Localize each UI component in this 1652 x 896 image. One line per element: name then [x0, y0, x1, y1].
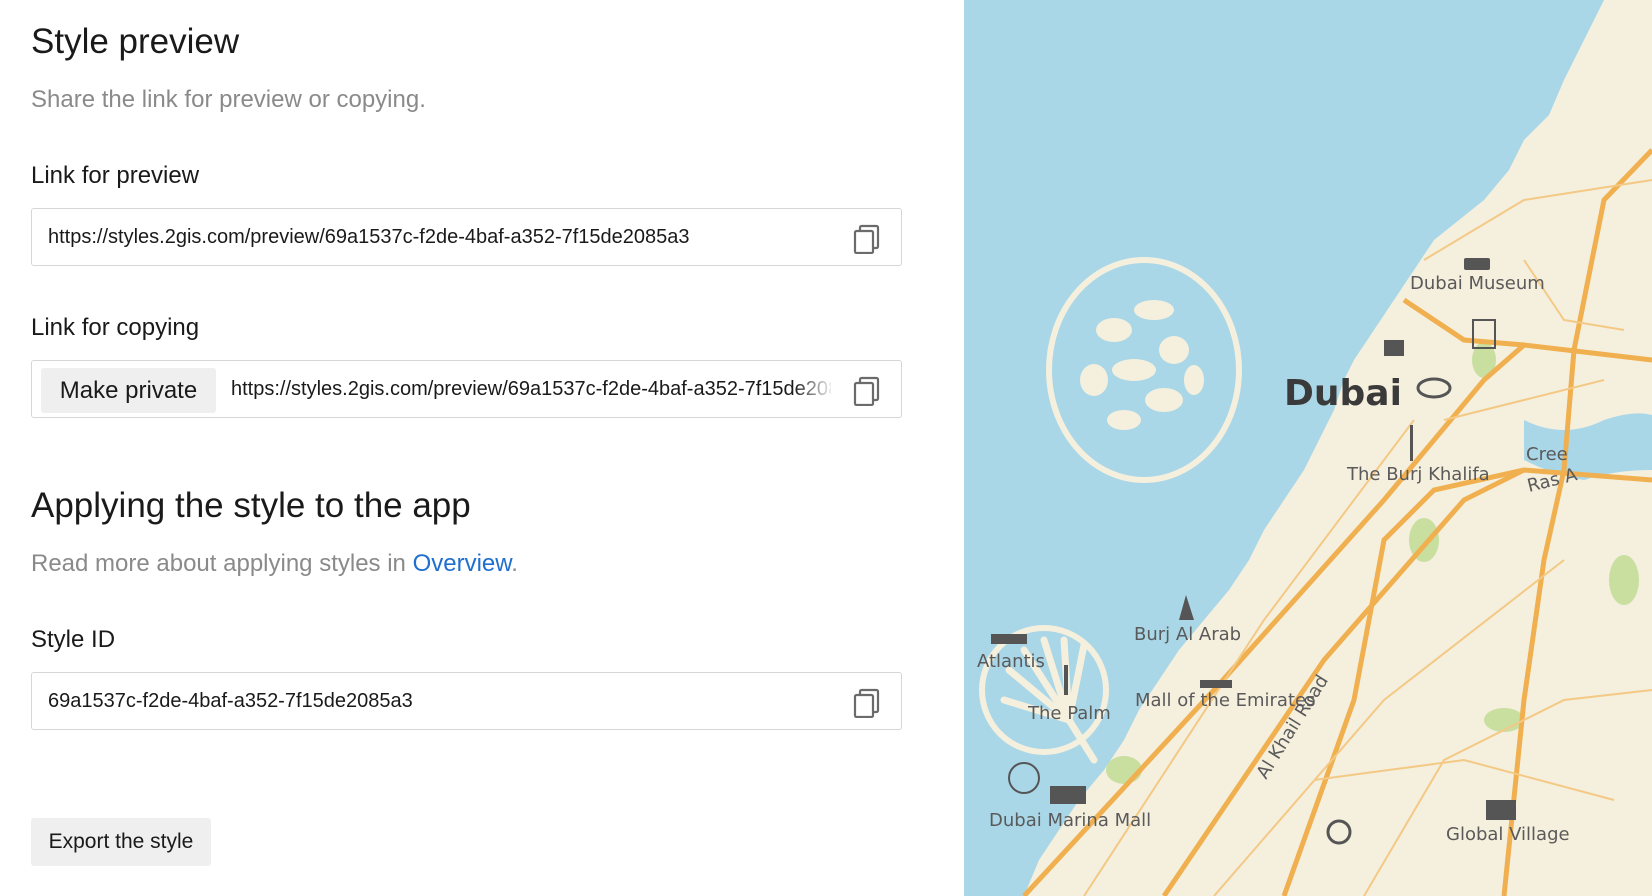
map-preview[interactable]: Dubai Dubai Museum The Burj Khalifa Cree…: [964, 0, 1652, 896]
style-settings-panel: Style preview Share the link for preview…: [0, 0, 964, 896]
map-label-burj-al-arab: Burj Al Arab: [1134, 624, 1241, 645]
copy-icon[interactable]: [853, 688, 881, 718]
preview-link-value[interactable]: https://styles.2gis.com/preview/69a1537c…: [48, 209, 828, 265]
map-label-burj-khalifa: The Burj Khalifa: [1346, 464, 1490, 485]
text-fade: [794, 361, 834, 417]
map-canvas[interactable]: Dubai Dubai Museum The Burj Khalifa Cree…: [964, 0, 1652, 896]
style-preview-subtitle: Share the link for preview or copying.: [31, 86, 426, 113]
apply-subtitle-suffix: .: [511, 550, 518, 577]
map-label-marina-mall: Dubai Marina Mall: [989, 810, 1151, 831]
overview-link[interactable]: Overview: [413, 550, 512, 577]
style-preview-title: Style preview: [31, 22, 240, 61]
map-label-mall-emirates: Mall of the Emirates: [1135, 690, 1315, 711]
export-style-button[interactable]: Export the style: [31, 818, 211, 866]
copy-link-label: Link for copying: [31, 314, 200, 341]
map-label-atlantis: Atlantis: [977, 651, 1045, 672]
copy-icon[interactable]: [853, 376, 881, 406]
map-label-dubai-museum: Dubai Museum: [1410, 273, 1545, 294]
style-id-value[interactable]: 69a1537c-f2de-4baf-a352-7f15de2085a3: [48, 673, 828, 729]
map-label-global-village: Global Village: [1446, 824, 1570, 845]
copy-link-field[interactable]: Make private https://styles.2gis.com/pre…: [31, 360, 902, 418]
make-private-button[interactable]: Make private: [41, 368, 216, 413]
map-label-creek: Cree: [1526, 444, 1568, 465]
preview-link-label: Link for preview: [31, 162, 200, 189]
apply-subtitle-prefix: Read more about applying styles in: [31, 550, 413, 577]
apply-style-title: Applying the style to the app: [31, 486, 471, 525]
apply-style-subtitle: Read more about applying styles in Overv…: [31, 550, 518, 578]
style-id-label: Style ID: [31, 626, 116, 653]
style-id-field[interactable]: 69a1537c-f2de-4baf-a352-7f15de2085a3: [31, 672, 902, 730]
preview-link-field[interactable]: https://styles.2gis.com/preview/69a1537c…: [31, 208, 902, 266]
copy-icon[interactable]: [853, 224, 881, 254]
map-city-label: Dubai: [1284, 373, 1402, 414]
map-label-the-palm: The Palm: [1027, 703, 1111, 724]
copy-link-value[interactable]: https://styles.2gis.com/preview/69a1537c…: [231, 361, 831, 417]
